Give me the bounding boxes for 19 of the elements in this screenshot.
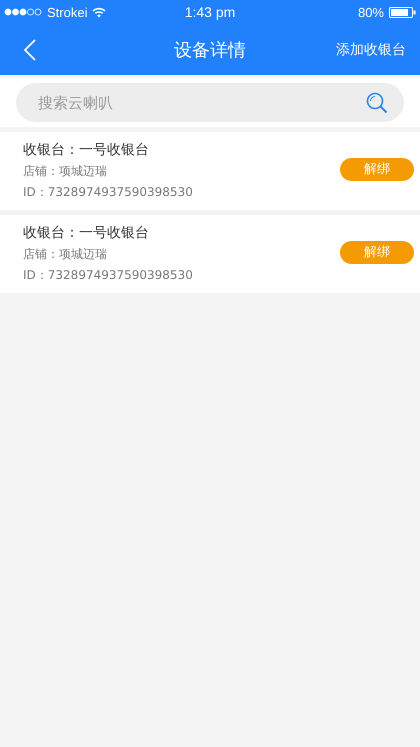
store-name: 店铺：项城迈瑞: [23, 246, 108, 263]
search-field[interactable]: 搜索云喇叭: [16, 83, 404, 122]
back-icon: [24, 38, 36, 60]
status-time: 1:43 pm: [184, 4, 236, 20]
wifi-icon: [92, 6, 106, 18]
cashier-name: 收银台：一号收银台: [23, 141, 150, 159]
cashier-name: 收银台：一号收银台: [23, 224, 150, 242]
device-id: ID：7328974937590398530: [23, 184, 194, 201]
battery-icon: [389, 6, 416, 18]
battery-percent: 80%: [358, 4, 384, 20]
signal-icon: [4, 8, 42, 16]
device-id: ID：7328974937590398530: [23, 267, 194, 284]
unbind-button[interactable]: 解绑: [340, 158, 414, 180]
unbind-button[interactable]: 解绑: [340, 240, 414, 264]
carrier-name: Strokei: [47, 4, 88, 20]
search-icon: [366, 92, 388, 114]
page-title: 设备详情: [174, 38, 246, 62]
store-name: 店铺：项城迈瑞: [23, 163, 108, 180]
add-cashier-button[interactable]: 添加收银台: [336, 40, 406, 58]
